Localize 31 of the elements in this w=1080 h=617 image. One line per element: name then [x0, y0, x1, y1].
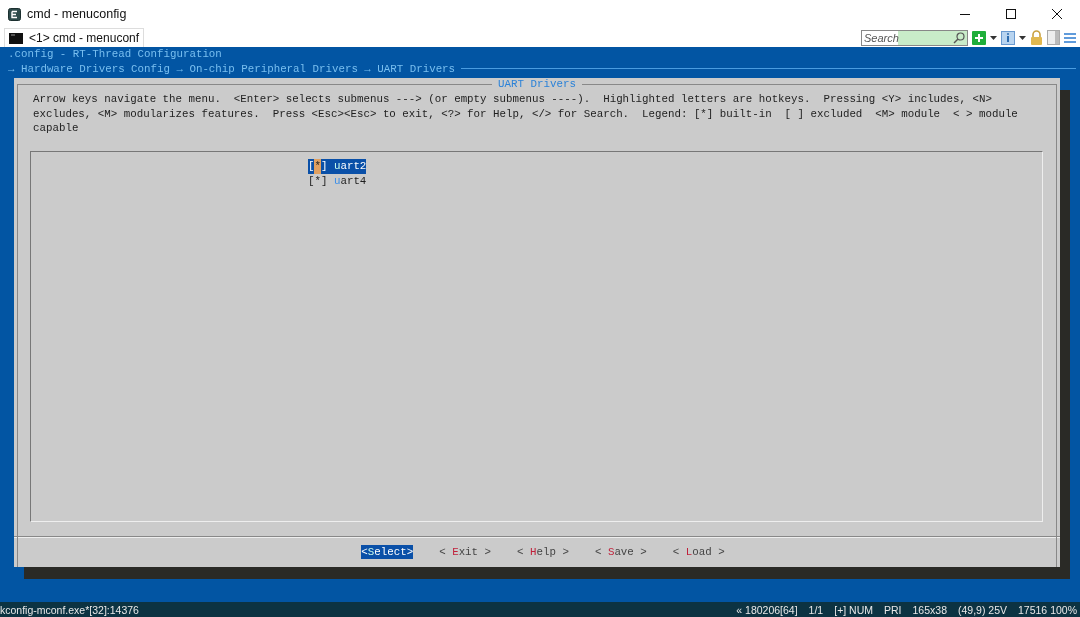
- process-name: kconfig-mconf.exe*[32]:14376: [0, 603, 140, 616]
- dialog-button[interactable]: < Load >: [672, 544, 725, 559]
- menu-item[interactable]: [*] uart2: [308, 158, 367, 174]
- status-field: 17516 100%: [1018, 603, 1077, 616]
- dialog-button[interactable]: <Select>: [361, 544, 414, 559]
- app-icon: [8, 7, 21, 21]
- menu-item[interactable]: [*] uart4: [308, 173, 367, 189]
- help-text: Arrow keys navigate the menu. <Enter> selects submenus ---> (or empty submenus ----). Highlighted letters are hotkeys. Pressing <Y> includes, <N> excludes, <M> modularizes features. Press <Esc><Esc> to exit, <?> for Help, </> for Search. Legend: [*] built-in [ ] excluded <M> module < > module capable: [33, 92, 1019, 136]
- status-field: 1/1: [808, 603, 824, 616]
- status-field: « 180206[64]: [736, 603, 798, 616]
- maximize-icon: [1006, 9, 1016, 19]
- caret-icon[interactable]: [1019, 35, 1026, 40]
- caret-icon[interactable]: [990, 35, 997, 40]
- dialog-button[interactable]: < Exit >: [439, 544, 492, 559]
- terminal-icon: [9, 32, 23, 44]
- menu-icon[interactable]: [1064, 31, 1076, 44]
- window-title: cmd - menuconfig: [27, 7, 128, 21]
- info-icon[interactable]: [1001, 30, 1015, 45]
- breadcrumb: → Hardware Drivers Config → On-chip Peripheral Drivers → UART Drivers: [8, 61, 456, 76]
- dialog-button[interactable]: < Save >: [594, 544, 647, 559]
- status-field: [+] NUM: [834, 603, 873, 616]
- status-field: (49,9) 25V: [958, 603, 1007, 616]
- panel-icon[interactable]: [1047, 30, 1060, 45]
- status-field: 165x38: [912, 603, 947, 616]
- tab[interactable]: <1> cmd - menuconf: [4, 28, 145, 47]
- dialog-button[interactable]: < Help >: [517, 544, 569, 559]
- close-icon: [1052, 9, 1062, 19]
- config-title: .config - RT-Thread Configuration: [7, 47, 223, 62]
- search-field[interactable]: Search: [861, 29, 968, 46]
- status-field: PRI: [884, 603, 902, 616]
- search-icon: [953, 31, 965, 44]
